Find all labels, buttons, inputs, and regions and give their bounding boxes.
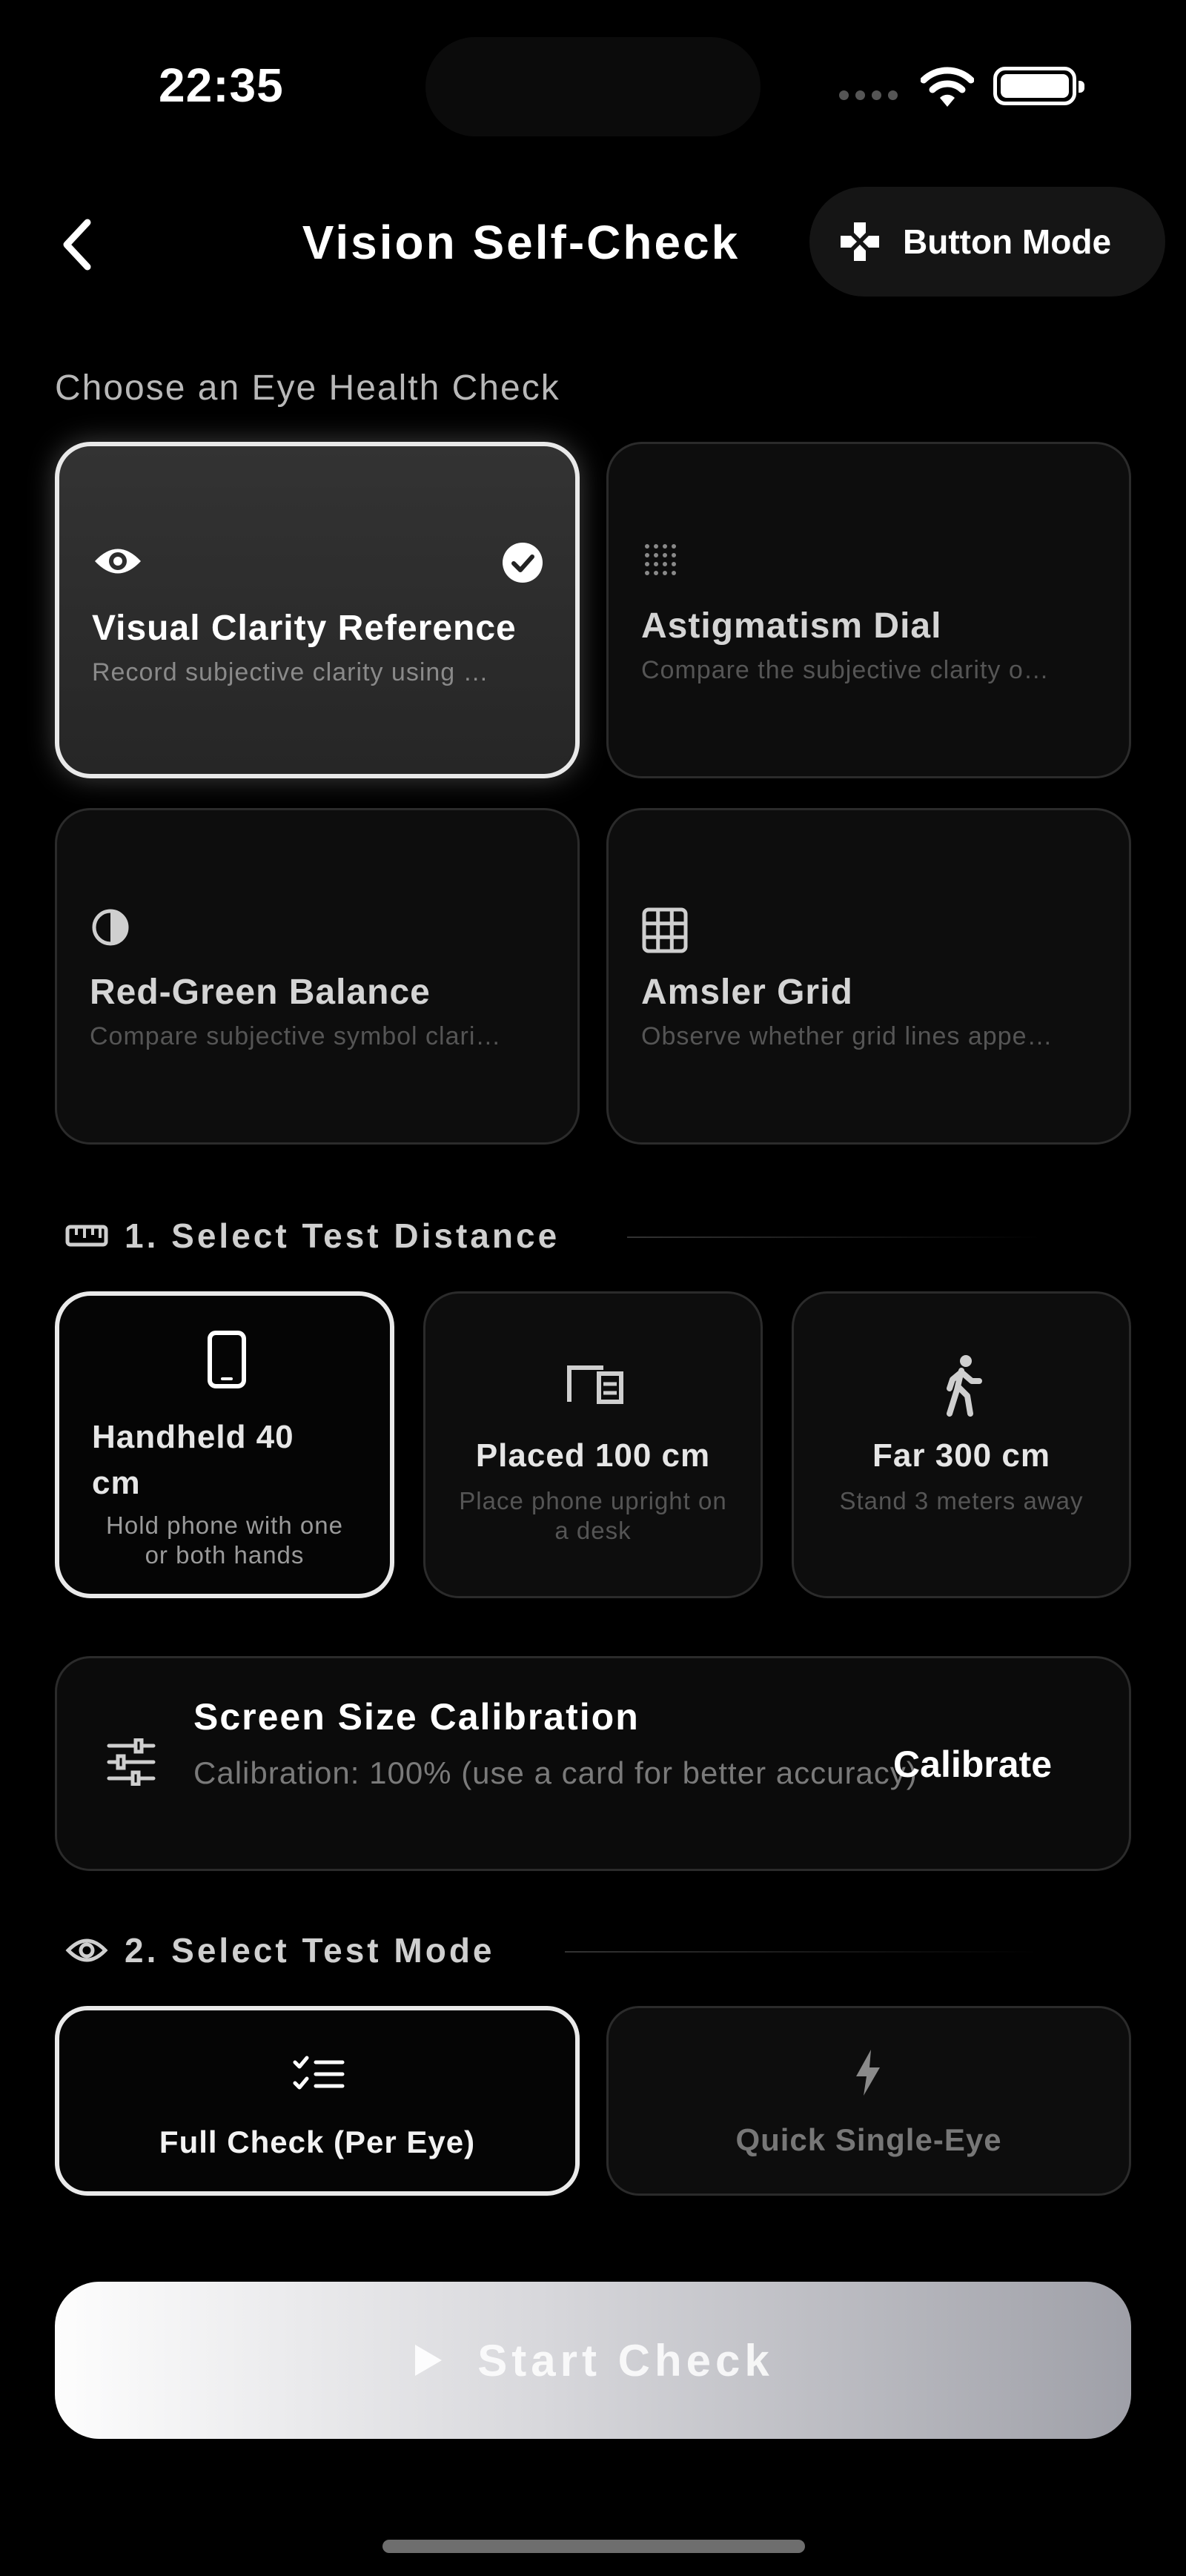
distance-option-title: Handheld 40 cm — [92, 1419, 294, 1501]
desk-icon — [567, 1365, 623, 1404]
distance-option-title: Placed 100 cm — [475, 1437, 711, 1474]
eye-outline-icon — [65, 1938, 108, 1962]
check-card-title: Amsler Grid — [641, 973, 853, 1012]
start-check-label: Start Check — [477, 2335, 774, 2385]
sliders-icon — [107, 1738, 156, 1786]
mode-option-label: Quick Single-Eye — [735, 2122, 1002, 2157]
mode-section-label: 2. Select Test Mode — [125, 1931, 495, 1970]
dynamic-island — [425, 37, 761, 136]
mode-option-label: Full Check (Per Eye) — [159, 2125, 476, 2159]
section-divider — [565, 1951, 1039, 1953]
calibration-subtitle: Calibration: 100% (use a card for better… — [193, 1755, 918, 1790]
check-card-title: Astigmatism Dial — [641, 606, 942, 646]
home-indicator — [382, 2540, 805, 2553]
signal-icon — [839, 90, 898, 100]
check-card-desc: Record subjective clarity using … — [92, 658, 489, 686]
check-card-desc: Compare subjective symbol clari… — [90, 1022, 502, 1050]
status-time: 22:35 — [159, 59, 284, 112]
distance-section-label: 1. Select Test Distance — [125, 1216, 560, 1255]
check-card-title: Visual Clarity Reference — [92, 609, 517, 648]
check-card-amsler-grid[interactable]: Amsler Grid Observe whether grid lines a… — [606, 808, 1131, 1145]
mode-section-header: 2. Select Test Mode — [65, 1930, 495, 1970]
distance-option-far[interactable]: Far 300 cm Stand 3 meters away — [792, 1291, 1131, 1598]
lightning-icon — [856, 2050, 880, 2096]
check-section-label: Choose an Eye Health Check — [55, 368, 560, 408]
checklist-icon — [293, 2056, 345, 2090]
check-card-desc: Compare the subjective clarity o… — [641, 656, 1050, 684]
distance-option-desc: Stand 3 meters away — [839, 1487, 1084, 1514]
distance-option-title: Far 300 cm — [872, 1437, 1050, 1474]
phone-icon — [208, 1331, 246, 1388]
contrast-icon — [92, 909, 129, 946]
distance-option-handheld[interactable]: Handheld 40 cm Hold phone with one or bo… — [55, 1291, 394, 1598]
section-divider — [627, 1236, 1042, 1238]
ruler-icon — [65, 1225, 108, 1247]
distance-option-desc: Hold phone with one or both hands — [106, 1512, 343, 1569]
dpad-icon — [841, 222, 879, 261]
distance-option-desc: Place phone upright on a desk — [459, 1487, 727, 1544]
calibrate-button[interactable]: Calibrate — [893, 1743, 1052, 1786]
button-mode-button[interactable]: Button Mode — [809, 187, 1165, 297]
check-card-visual-clarity[interactable]: Visual Clarity Reference Record subjecti… — [55, 442, 580, 778]
calibration-title: Screen Size Calibration — [193, 1696, 640, 1738]
eye-icon — [95, 549, 141, 574]
dot-grid-icon — [645, 544, 676, 575]
distance-section-header: 1. Select Test Distance — [65, 1216, 560, 1256]
play-icon — [415, 2345, 443, 2376]
grid-icon — [642, 907, 688, 953]
selected-check-icon — [503, 543, 543, 583]
button-mode-label: Button Mode — [903, 222, 1112, 261]
check-card-desc: Observe whether grid lines appe… — [641, 1022, 1053, 1050]
mode-option-quick-single[interactable]: Quick Single-Eye — [606, 2006, 1131, 2196]
distance-option-placed[interactable]: Placed 100 cm Place phone upright on a d… — [423, 1291, 763, 1598]
start-check-button[interactable]: Start Check — [55, 2282, 1131, 2439]
check-card-title: Red-Green Balance — [90, 973, 431, 1012]
wifi-icon — [921, 67, 974, 107]
check-card-red-green[interactable]: Red-Green Balance Compare subjective sym… — [55, 808, 580, 1145]
mode-option-full-check[interactable]: Full Check (Per Eye) — [55, 2006, 580, 2196]
walking-person-icon — [947, 1355, 982, 1417]
screen-calibration-row[interactable]: Screen Size Calibration Calibration: 100… — [55, 1656, 1131, 1871]
check-card-astigmatism[interactable]: Astigmatism Dial Compare the subjective … — [606, 442, 1131, 778]
battery-icon — [993, 67, 1084, 105]
